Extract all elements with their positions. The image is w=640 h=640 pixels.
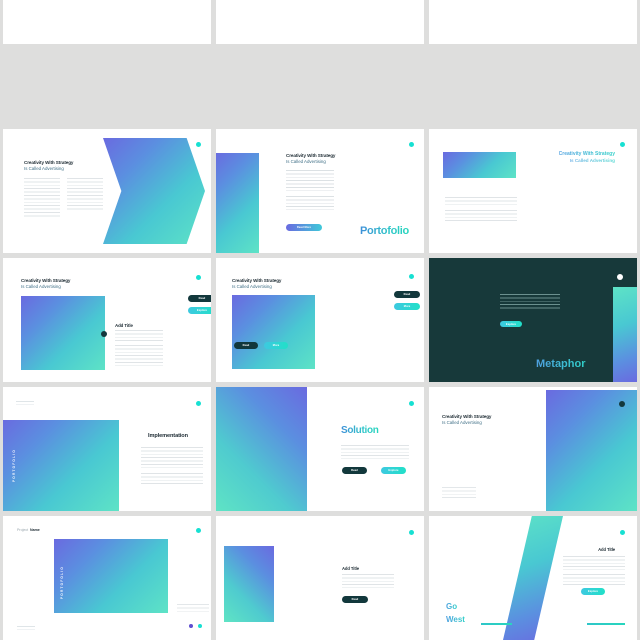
body-copy-lines-2	[563, 574, 625, 585]
body-copy-lines	[445, 197, 517, 205]
body-copy-lines	[115, 330, 163, 341]
kicker-bold: Name	[30, 528, 40, 532]
slide-thumbnail-s12[interactable]: Creativity With Strategy Is Called Adver…	[429, 387, 637, 511]
accent-dot-icon	[620, 142, 625, 147]
gradient-image	[546, 390, 637, 511]
explore-button[interactable]: Explore	[381, 467, 406, 474]
slide-title: Portofolio	[360, 225, 409, 237]
body-copy-lines	[341, 445, 409, 459]
gradient-image	[54, 539, 168, 613]
chevron-shape	[103, 138, 205, 244]
section-title: Add Title	[115, 323, 133, 328]
slide-thumbnail-s03[interactable]: Read Explore	[429, 0, 637, 44]
accent-dot-icon	[196, 142, 201, 147]
accent-dot-icon-2	[196, 275, 201, 280]
body-copy-column-2	[67, 178, 103, 212]
body-copy-lines	[563, 556, 625, 570]
body-copy-lines	[442, 487, 476, 498]
gradient-image	[21, 296, 105, 370]
vertical-label: PORTOFOLIO	[60, 566, 64, 600]
gradient-image	[232, 295, 315, 369]
accent-dot-icon	[619, 401, 625, 407]
slide-subhead: Is Called Advertising	[569, 158, 615, 163]
accent-dot-icon	[617, 274, 623, 280]
body-copy-lines-2	[141, 473, 203, 484]
accent-dot-icon	[196, 528, 201, 533]
explore-button[interactable]: Explore	[581, 588, 605, 595]
footer-lines	[17, 626, 35, 630]
slide-thumbnail-s09[interactable]: Explore Metaphor	[429, 258, 637, 382]
slide-thumbnail-s01[interactable]	[3, 0, 211, 44]
read-button[interactable]: Read	[394, 291, 420, 298]
section-title: Add Title	[342, 566, 359, 571]
body-copy-lines-2	[445, 210, 517, 222]
explore-button[interactable]: Explore	[188, 307, 211, 314]
read-more-button[interactable]: Read More	[286, 224, 322, 231]
read-button[interactable]: Read	[188, 295, 211, 302]
read-button[interactable]: Read	[342, 467, 367, 474]
gradient-image	[224, 546, 274, 622]
title-underline	[481, 623, 512, 625]
slide-thumbnail-s08[interactable]: Creativity With Strategy Is Called Adver…	[216, 258, 424, 382]
gradient-image	[443, 152, 516, 178]
slide-title: Metaphor	[536, 358, 586, 370]
body-copy-lines	[141, 447, 203, 468]
accent-dot-icon	[409, 142, 414, 147]
slide-thumbnail-s07[interactable]: Creativity With Strategy Is Called Adver…	[3, 258, 211, 382]
slide-title: Solution	[341, 425, 379, 436]
gradient-image	[216, 153, 259, 253]
body-copy-column-1	[24, 178, 60, 219]
accent-dot-icon	[409, 401, 414, 406]
more-button-2[interactable]: More	[264, 342, 288, 349]
accent-dot-icon	[196, 401, 201, 406]
body-copy-lines-2	[115, 345, 163, 366]
kicker-light: Project	[17, 528, 29, 532]
pagination-dot-2[interactable]	[198, 624, 202, 628]
section-title: Add Title	[598, 547, 615, 552]
slide-title-line2: West	[446, 615, 465, 624]
slide-subhead: Is Called Advertising	[232, 284, 272, 289]
gradient-image	[216, 387, 307, 511]
pagination-dot-1[interactable]	[189, 624, 193, 628]
gradient-band	[613, 287, 637, 382]
slide-thumbnail-s05[interactable]: Creativity With Strategy Is Called Adver…	[216, 129, 424, 253]
slide-thumbnail-grid: Portofolio Read Explore Creativity With …	[0, 0, 640, 640]
slide-subhead: Is Called Advertising	[24, 166, 64, 171]
slide-thumbnail-s14[interactable]: Add Title Read	[216, 516, 424, 640]
more-button[interactable]: More	[394, 303, 420, 310]
slide-thumbnail-s13[interactable]: Project Name PORTOFOLIO	[3, 516, 211, 640]
accent-dot-icon	[409, 530, 414, 535]
vertical-label: PORTOFOLIO	[12, 449, 16, 483]
slide-thumbnail-s06[interactable]: Creativity With Strategy Is Called Adver…	[429, 129, 637, 253]
accent-dot-icon	[409, 274, 414, 279]
slide-title-line1: Go	[446, 602, 458, 611]
body-copy-lines	[286, 170, 334, 191]
gradient-image	[3, 420, 119, 511]
footer-bar	[587, 623, 625, 625]
body-copy-lines	[177, 604, 209, 613]
slide-thumbnail-s02[interactable]: Portofolio	[216, 0, 424, 44]
explore-button[interactable]: Explore	[500, 321, 522, 327]
slide-thumbnail-s04[interactable]: Creativity With Strategy Is Called Adver…	[3, 129, 211, 253]
read-button[interactable]: Read	[342, 596, 368, 603]
accent-dot-icon	[620, 530, 625, 535]
body-copy-lines-2	[286, 196, 334, 210]
slide-title: Implementation	[148, 433, 188, 439]
slide-subhead: Is Called Advertising	[21, 284, 61, 289]
diagonal-band	[503, 516, 563, 640]
accent-dot-icon	[101, 331, 107, 337]
slide-thumbnail-s11[interactable]: Solution Read Explore	[216, 387, 424, 511]
slide-subhead: Is Called Advertising	[286, 159, 326, 164]
slide-thumbnail-s15[interactable]: Add Title Explore Go West	[429, 516, 637, 640]
kicker-lines	[16, 401, 34, 405]
slide-thumbnail-s10[interactable]: PORTOFOLIO Implementation	[3, 387, 211, 511]
slide-headline: Creativity With Strategy	[558, 151, 615, 157]
body-copy-lines	[342, 574, 394, 588]
body-copy-lines	[500, 294, 560, 311]
slide-subhead: Is Called Advertising	[442, 420, 482, 425]
read-button-2[interactable]: Read	[234, 342, 258, 349]
